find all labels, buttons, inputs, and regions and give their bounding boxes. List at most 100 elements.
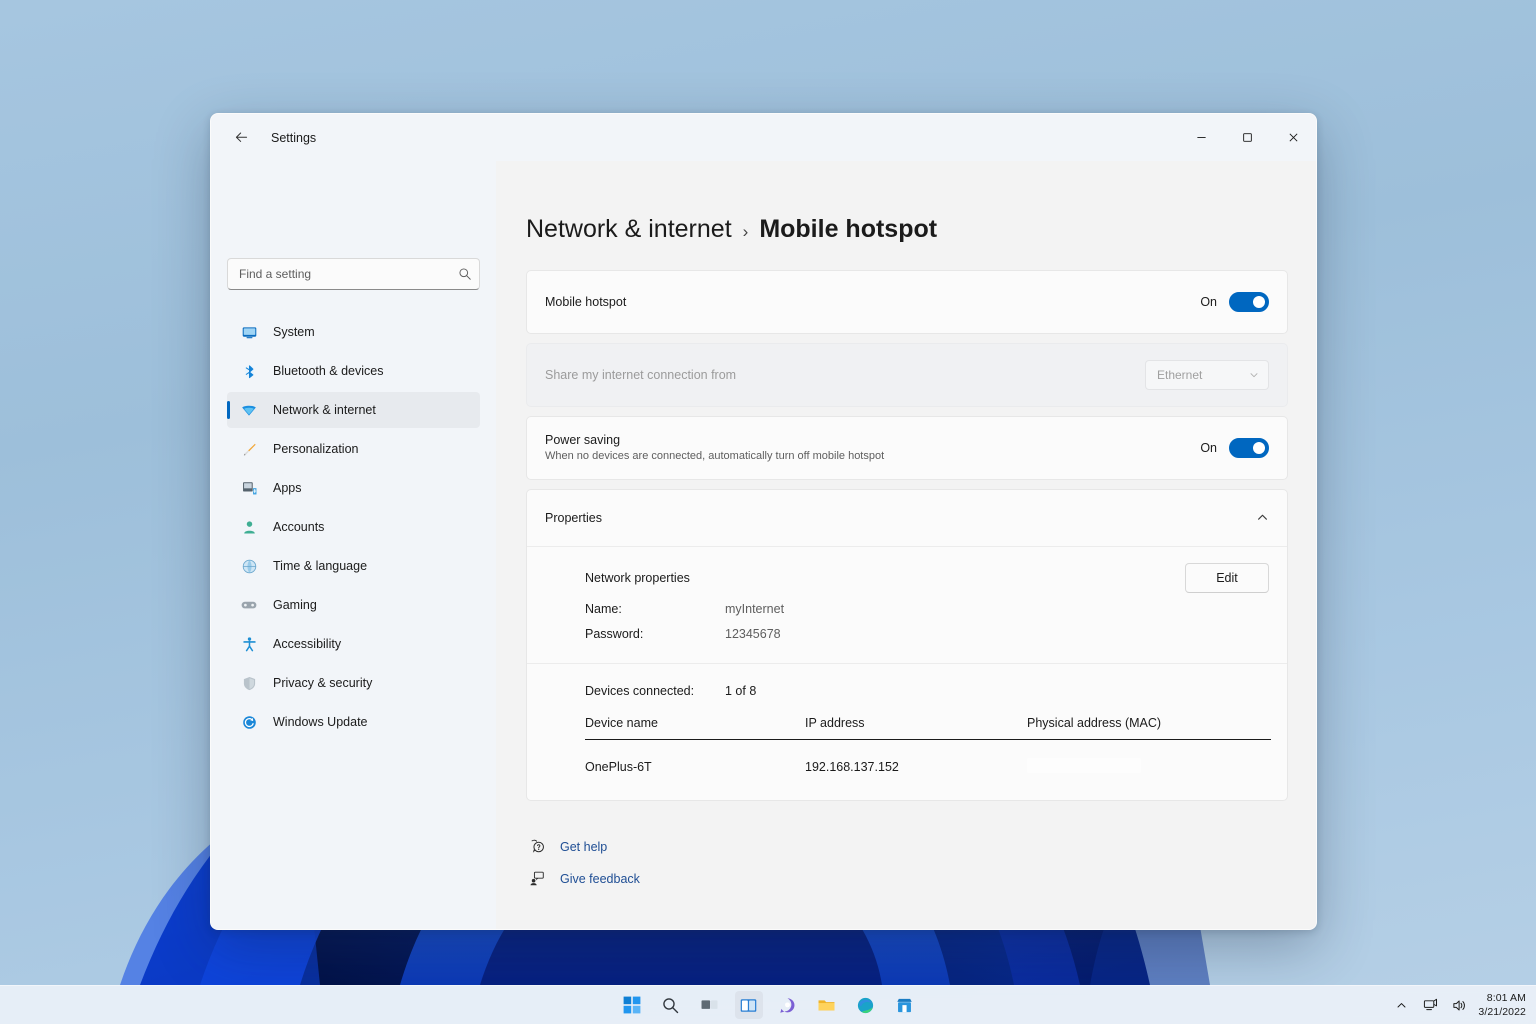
mobile-hotspot-state: On [1200, 294, 1217, 309]
sidebar-nav: System Bluetooth & devices Network & int… [227, 314, 480, 743]
maximize-button[interactable] [1224, 114, 1270, 161]
widgets-icon [740, 998, 757, 1012]
get-help-link[interactable]: Get help [526, 831, 1288, 863]
sidebar-item-system[interactable]: System [227, 314, 480, 350]
start-button[interactable] [618, 991, 646, 1019]
edge-browser-icon [857, 997, 874, 1013]
close-button[interactable] [1270, 114, 1316, 161]
sidebar-item-time-language[interactable]: Time & language [227, 548, 480, 584]
network-name-label: Name: [585, 602, 622, 617]
column-physical-address: Physical address (MAC) [1027, 711, 1271, 740]
sidebar-item-privacy-security[interactable]: Privacy & security [227, 665, 480, 701]
clock[interactable]: 8:01 AM 3/21/2022 [1478, 992, 1526, 1018]
sidebar-item-label: Time & language [273, 559, 368, 573]
taskbar-search-button[interactable] [657, 991, 685, 1019]
sidebar-item-gaming[interactable]: Gaming [227, 587, 480, 623]
sidebar-item-label: Accessibility [273, 637, 342, 651]
paintbrush-icon [239, 439, 259, 459]
window-body: System Bluetooth & devices [211, 161, 1316, 929]
task-view-icon [701, 999, 718, 1009]
minimize-icon [1196, 137, 1206, 138]
edit-button[interactable]: Edit [1185, 562, 1269, 593]
file-explorer-icon [818, 999, 835, 1010]
mobile-hotspot-toggle-group: On [1200, 291, 1269, 312]
chevron-up-icon [1258, 514, 1267, 520]
maximize-icon [1242, 133, 1252, 142]
network-button[interactable] [1420, 996, 1440, 1016]
search-input[interactable] [227, 258, 480, 290]
minimize-button[interactable] [1178, 114, 1224, 161]
sidebar-item-label: Gaming [273, 598, 317, 612]
connected-devices-table: Device name IP address Physical address … [585, 711, 1271, 782]
sidebar-item-label: Apps [273, 481, 302, 495]
sidebar: System Bluetooth & devices [211, 161, 496, 929]
sidebar-item-accounts[interactable]: Accounts [227, 509, 480, 545]
network-name-value: myInternet [725, 602, 785, 617]
sidebar-item-label: Windows Update [273, 715, 368, 729]
cell-ip-address: 192.168.137.152 [805, 759, 899, 774]
devices-connected-section: Devices connected: 1 of 8 Device name IP… [527, 664, 1287, 800]
help-question-icon [526, 838, 548, 855]
window-controls [1178, 114, 1316, 161]
mobile-hotspot-row: Mobile hotspot On [527, 271, 1287, 333]
sidebar-item-bluetooth-devices[interactable]: Bluetooth & devices [227, 353, 480, 389]
power-saving-toggle-group: On [1200, 437, 1269, 458]
back-arrow-icon [235, 132, 247, 142]
edge-browser-button[interactable] [852, 991, 880, 1019]
give-feedback-link[interactable]: Give feedback [526, 863, 1288, 895]
sidebar-item-accessibility[interactable]: Accessibility [227, 626, 480, 662]
mobile-hotspot-toggle[interactable] [1229, 291, 1269, 312]
tray-expand-button[interactable] [1391, 996, 1411, 1016]
clock-date: 3/21/2022 [1478, 1005, 1526, 1018]
network-properties-section: Network properties Edit Name: myInternet… [527, 547, 1287, 663]
power-saving-card: Power saving When no devices are connect… [526, 415, 1288, 480]
file-explorer-button[interactable] [813, 991, 841, 1019]
back-button[interactable] [225, 122, 257, 154]
microsoft-store-button[interactable] [891, 991, 919, 1019]
sidebar-item-personalization[interactable]: Personalization [227, 431, 480, 467]
bluetooth-icon [239, 361, 259, 381]
breadcrumb-parent[interactable]: Network & internet [526, 215, 732, 244]
share-connection-select[interactable]: Ethernet [1145, 359, 1269, 390]
network-password-value: 12345678 [725, 627, 781, 642]
mobile-hotspot-label: Mobile hotspot [545, 294, 627, 309]
table-row: OnePlus-6T 192.168.137.152 [585, 739, 1271, 782]
power-saving-row: Power saving When no devices are connect… [527, 417, 1287, 479]
page-title: Mobile hotspot [759, 215, 938, 243]
power-saving-state: On [1200, 440, 1217, 455]
task-view-button[interactable] [696, 991, 724, 1019]
column-device-name: Device name [585, 711, 805, 740]
taskbar: 8:01 AM 3/21/2022 [0, 985, 1536, 1024]
volume-icon [1453, 1000, 1465, 1011]
main-content: Network & internet › Mobile hotspot Mobi… [496, 161, 1316, 929]
share-connection-label: Share my internet connection from [545, 367, 737, 382]
properties-expander-header[interactable]: Properties [527, 490, 1287, 546]
properties-label: Properties [545, 510, 602, 525]
mac-redacted-block [1027, 757, 1141, 773]
sidebar-item-network-internet[interactable]: Network & internet [227, 392, 480, 428]
gamepad-icon [239, 595, 259, 615]
sidebar-item-windows-update[interactable]: Windows Update [227, 704, 480, 740]
widgets-button[interactable] [734, 991, 763, 1019]
share-connection-row: Share my internet connection from Ethern… [527, 344, 1287, 406]
network-name-row: Name: myInternet [585, 597, 1269, 622]
microsoft-store-icon [897, 998, 912, 1012]
system-tray: 8:01 AM 3/21/2022 [1391, 986, 1530, 1024]
sidebar-item-label: Privacy & security [273, 676, 373, 690]
sidebar-item-apps[interactable]: Apps [227, 470, 480, 506]
app-title: Settings [271, 130, 317, 145]
shield-icon [239, 673, 259, 693]
sidebar-item-label: Accounts [273, 520, 325, 534]
column-ip-address: IP address [805, 711, 1027, 740]
share-connection-value: Ethernet [1157, 367, 1203, 382]
volume-button[interactable] [1449, 996, 1469, 1016]
chevron-up-icon [1397, 1003, 1406, 1008]
desktop: Settings Find a setting System Bluetooth… [0, 0, 1536, 1024]
taskbar-buttons [618, 991, 919, 1019]
give-feedback-label: Give feedback [560, 871, 640, 886]
network-properties-row: Network properties Edit [585, 561, 1269, 595]
power-saving-toggle[interactable] [1229, 437, 1269, 458]
accessibility-person-icon [239, 634, 259, 654]
toggle-knob [1253, 295, 1265, 308]
chat-button[interactable] [774, 991, 802, 1019]
